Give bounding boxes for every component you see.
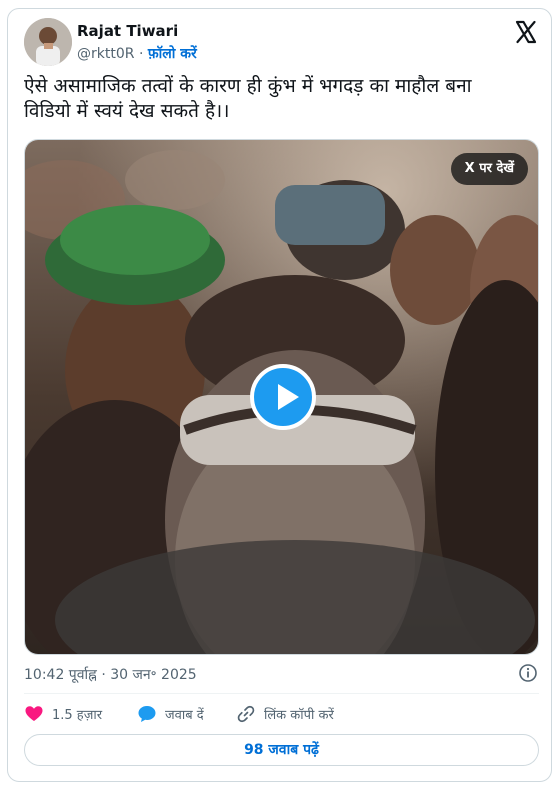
avatar-photo — [24, 18, 72, 66]
author-handle-row: @rktt0R · फ़ॉलो करें — [77, 44, 197, 63]
reply-button[interactable]: जवाब दें — [137, 703, 204, 725]
like-count: 1.5 हज़ार — [52, 708, 103, 723]
copy-link-label: लिंक कॉपी करें — [264, 708, 334, 723]
reply-label: जवाब दें — [165, 708, 204, 723]
x-logo-icon[interactable] — [514, 20, 538, 44]
tweet-text: ऐसे असामाजिक तत्वों के कारण ही कुंभ में … — [24, 74, 539, 124]
avatar[interactable] — [24, 18, 72, 66]
author-name[interactable]: Rajat Tiwari — [77, 22, 178, 40]
tweet-timestamp[interactable]: 10:42 पूर्वाह्न · 30 जन॰ 2025 — [24, 665, 197, 684]
link-icon — [237, 705, 255, 723]
like-button[interactable]: 1.5 हज़ार — [24, 703, 102, 725]
tweet-text-line-1: ऐसे असामाजिक तत्वों के कारण ही कुंभ में … — [24, 75, 472, 97]
author-handle[interactable]: @rktt0R — [77, 46, 134, 62]
view-on-x-button[interactable]: X पर देखें — [450, 153, 528, 185]
video-player[interactable]: X पर देखें — [24, 139, 539, 655]
separator-dot: · — [138, 46, 144, 62]
tweet-text-line-2: विडियो में स्वयं देख सकते है।। — [24, 100, 230, 122]
read-replies-button[interactable]: 98 जवाब पढ़ें — [24, 734, 539, 766]
info-icon[interactable] — [518, 663, 538, 683]
heart-icon — [25, 706, 43, 721]
speech-bubble-icon — [138, 706, 156, 722]
play-icon[interactable] — [250, 364, 316, 430]
copy-link-button[interactable]: लिंक कॉपी करें — [236, 703, 334, 725]
divider — [24, 693, 539, 694]
follow-button[interactable]: फ़ॉलो करें — [148, 46, 197, 62]
